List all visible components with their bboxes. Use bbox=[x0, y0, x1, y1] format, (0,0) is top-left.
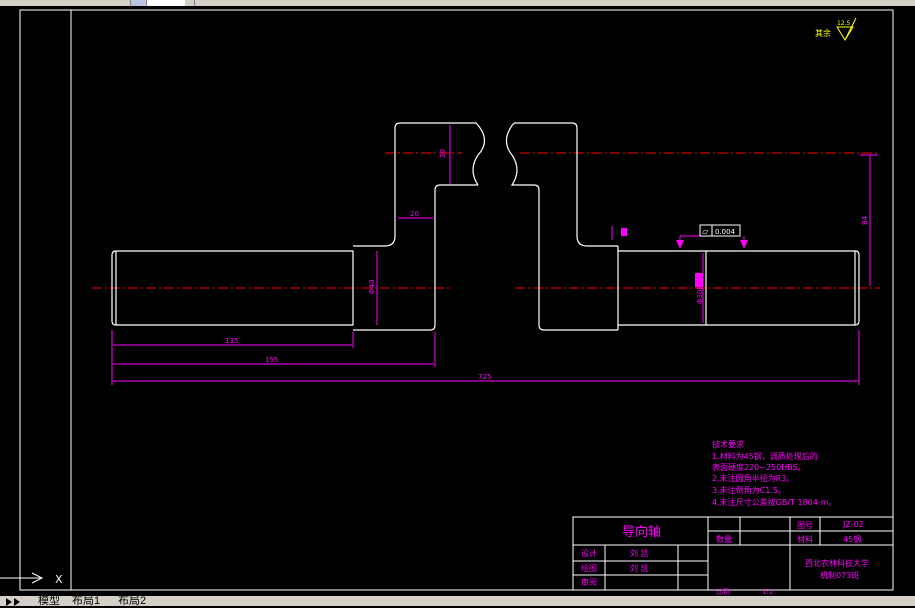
centerlines bbox=[92, 152, 880, 289]
material: 45钢 bbox=[843, 534, 861, 544]
dim-dia-left: Φ40 bbox=[368, 280, 376, 294]
roughness-label: 其余 bbox=[815, 28, 831, 38]
material-label: 材料 bbox=[797, 534, 813, 544]
scale-label: 比例 bbox=[716, 587, 730, 596]
quantity-label: 数量 bbox=[716, 534, 732, 544]
dimension-lines bbox=[111, 125, 878, 385]
school-line-2: 机制073班 bbox=[820, 570, 859, 580]
ucs-x-label: X bbox=[55, 573, 63, 586]
tech-line-4: 3.未注倒角为C1.5。 bbox=[712, 485, 786, 495]
design-label: 设计 bbox=[581, 548, 597, 558]
tech-requirements: 技术要求 1.材料为45钢，调质处理后的 表面硬度220~250HBS。 2.未… bbox=[712, 439, 836, 507]
drawing-canvas[interactable]: 其余 12.5 ▱ 0.004 135 155 725 20 30 84 Φ40… bbox=[0, 6, 915, 596]
tech-line-1: 1.材料为45钢，调质处理后的 bbox=[712, 451, 818, 461]
tech-line-3: 2.未注圆角半径为R3。 bbox=[712, 473, 794, 483]
part-name: 导向轴 bbox=[622, 524, 661, 540]
layout-tab-bar: 模型 布局1 布局2 bbox=[0, 596, 915, 606]
title-block: 导向轴 图号 JZ-02 材料 45钢 数量 设计 刘 凯 绘图 刘 凯 审阅 … bbox=[572, 516, 894, 596]
dim-h-top: 30 bbox=[439, 149, 447, 158]
drawing-no-label: 图号 bbox=[797, 521, 813, 530]
tab-layout1[interactable]: 布局1 bbox=[72, 596, 112, 606]
dim-135: 135 bbox=[225, 337, 238, 345]
drawing-no: JZ-02 bbox=[842, 520, 864, 529]
shaft-outline bbox=[111, 122, 860, 331]
flatness-frame: ▱ 0.004 bbox=[699, 224, 741, 237]
school-line-1: 西北农林科技大学 bbox=[805, 558, 869, 568]
flatness-value: 0.004 bbox=[715, 228, 736, 236]
flatness-symbol: ▱ bbox=[702, 227, 709, 236]
ucs-icon: X bbox=[0, 572, 63, 586]
review-label: 审阅 bbox=[581, 577, 597, 587]
tech-line-2: 表面硬度220~250HBS。 bbox=[712, 462, 806, 472]
draw-label: 绘图 bbox=[581, 563, 597, 573]
design-name: 刘 凯 bbox=[630, 548, 649, 558]
dim-dia-right: Φ30k6 bbox=[696, 281, 704, 304]
dim-20: 20 bbox=[410, 210, 419, 218]
roughness-symbol: 其余 12.5 bbox=[815, 17, 857, 41]
tech-title: 技术要求 bbox=[712, 439, 744, 449]
dimension-arrows bbox=[621, 228, 748, 287]
scale-value: 1:1 bbox=[762, 588, 773, 596]
tab-layout2[interactable]: 布局2 bbox=[118, 596, 158, 606]
tech-line-5: 4.未注尺寸公差按GB/T 1804-m。 bbox=[712, 497, 836, 507]
dim-725: 725 bbox=[478, 373, 491, 381]
dim-h-right: 84 bbox=[861, 216, 869, 225]
dimension-texts: 135 155 725 20 30 84 Φ40 Φ30k6 bbox=[225, 149, 869, 381]
tab-nav-arrows-icon[interactable] bbox=[4, 596, 30, 606]
dim-155: 155 bbox=[265, 356, 278, 364]
draw-name: 刘 凯 bbox=[630, 563, 649, 573]
tab-model[interactable]: 模型 bbox=[38, 596, 66, 606]
roughness-value: 12.5 bbox=[837, 20, 851, 27]
